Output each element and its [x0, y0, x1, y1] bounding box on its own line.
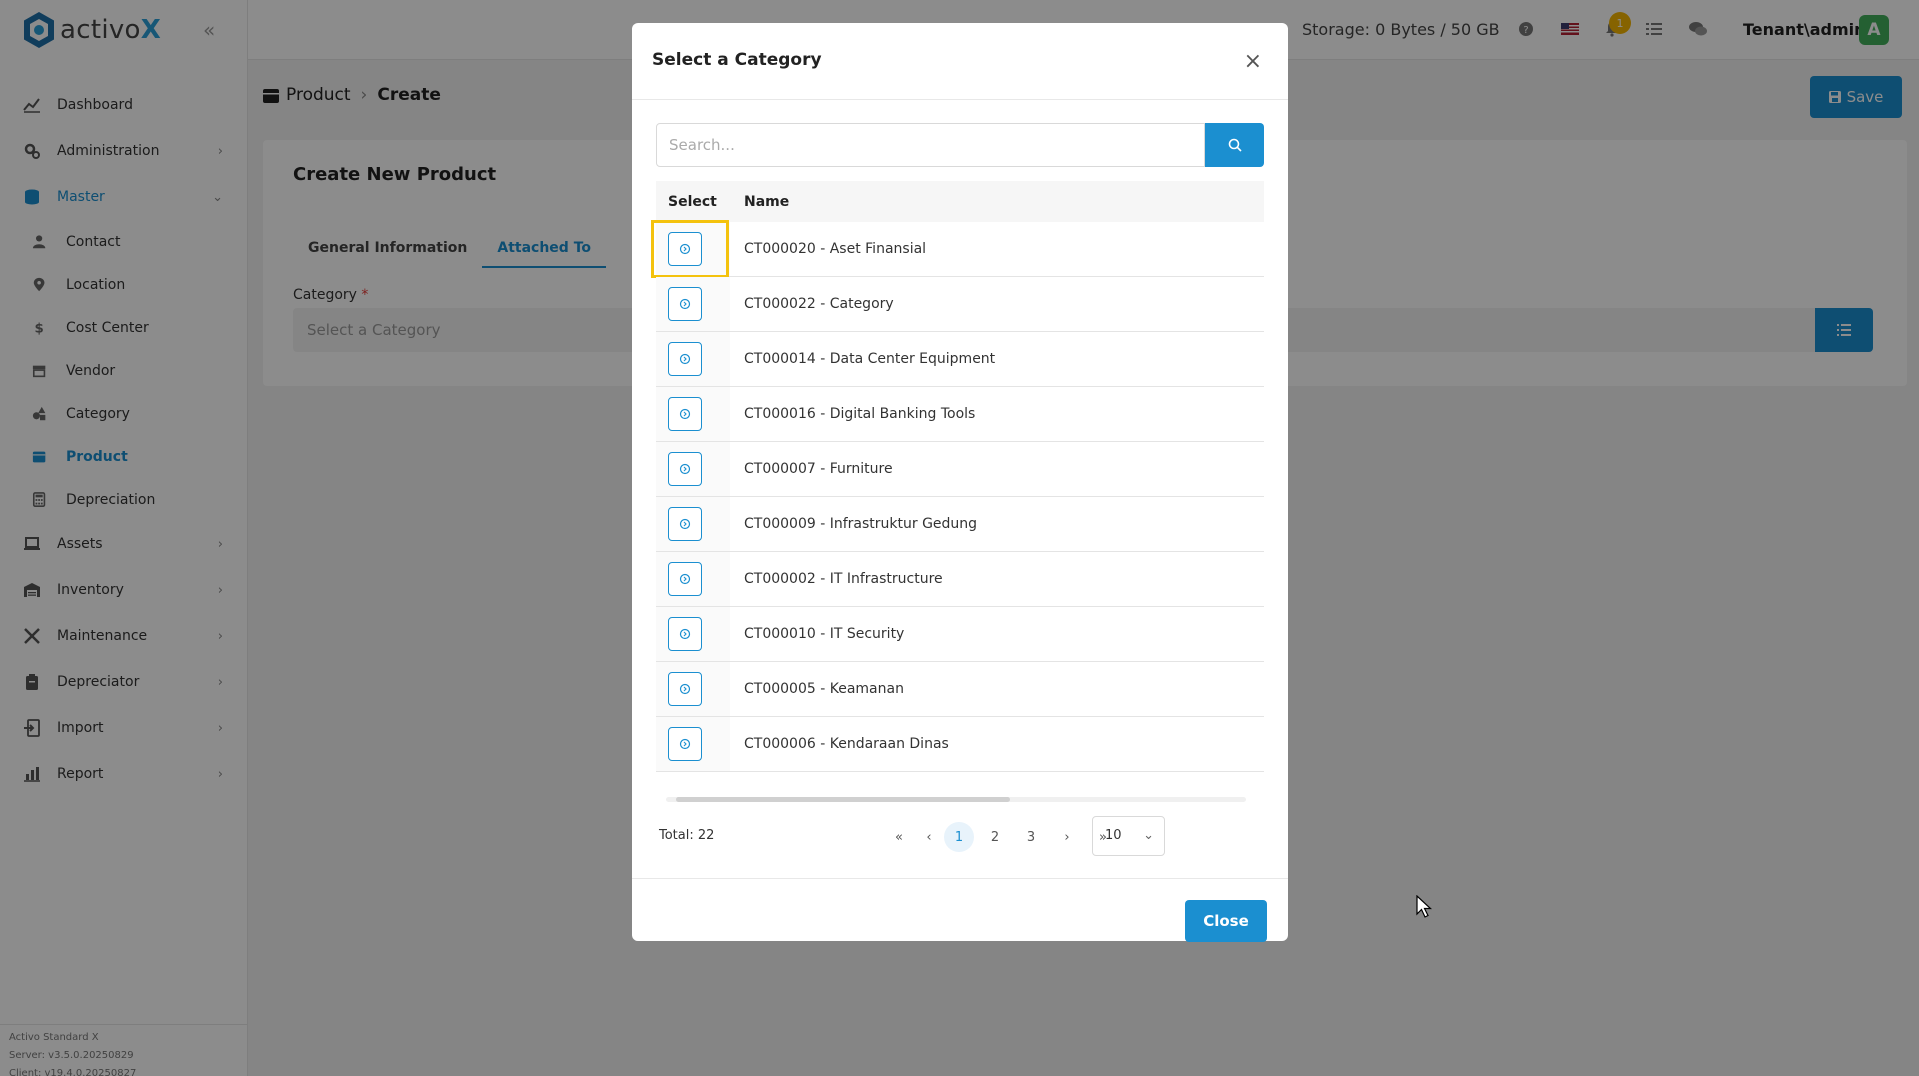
grid-header: Select Name [656, 181, 1264, 222]
select-circle-icon [679, 298, 691, 310]
column-name[interactable]: Name [730, 194, 789, 210]
select-row-button[interactable] [668, 507, 702, 541]
select-row-button[interactable] [668, 727, 702, 761]
page-1[interactable]: 1 [944, 822, 974, 852]
select-row-button[interactable] [668, 397, 702, 431]
select-cell [656, 497, 730, 551]
grid-body: CT000020 - Aset Finansial CT000022 - Cate… [651, 220, 1264, 772]
category-name: CT000010 - IT Security [744, 626, 905, 642]
select-row-button[interactable] [668, 232, 702, 266]
prev-page-icon[interactable]: ‹ [914, 822, 944, 852]
category-name: CT000007 - Furniture [744, 461, 893, 477]
search-row [656, 123, 1264, 167]
select-cell [656, 222, 730, 276]
table-row[interactable]: CT000014 - Data Center Equipment [656, 332, 1264, 387]
scrollbar-thumb[interactable] [676, 797, 1010, 802]
select-cell [656, 332, 730, 386]
select-row-button[interactable] [668, 672, 702, 706]
close-button[interactable]: Close [1185, 900, 1267, 942]
table-row[interactable]: CT000002 - IT Infrastructure [656, 552, 1264, 607]
category-name: CT000002 - IT Infrastructure [744, 571, 943, 587]
select-circle-icon [679, 518, 691, 530]
category-name: CT000014 - Data Center Equipment [744, 351, 996, 367]
select-cell [656, 442, 730, 496]
select-row-button[interactable] [668, 562, 702, 596]
table-row[interactable]: CT000009 - Infrastruktur Gedung [656, 497, 1264, 552]
select-cell [656, 387, 730, 441]
table-row[interactable]: CT000007 - Furniture [656, 442, 1264, 497]
category-name: CT000005 - Keamanan [744, 681, 904, 697]
total-count: Total: 22 [659, 828, 715, 843]
select-circle-icon [679, 628, 691, 640]
horizontal-scrollbar[interactable] [656, 795, 1264, 803]
select-cell [656, 717, 730, 771]
page-3[interactable]: 3 [1016, 822, 1046, 852]
select-circle-icon [679, 353, 691, 365]
select-category-modal: Select a Category × Select Name CT000020… [632, 23, 1288, 941]
category-name: CT000020 - Aset Finansial [744, 241, 927, 257]
table-row[interactable]: CT000020 - Aset Finansial [651, 220, 1264, 278]
select-circle-icon [679, 463, 691, 475]
table-row[interactable]: CT000005 - Keamanan [656, 662, 1264, 717]
select-cell [656, 277, 730, 331]
search-icon [1228, 138, 1242, 152]
select-cell [656, 552, 730, 606]
table-row[interactable]: CT000006 - Kendaraan Dinas [656, 717, 1264, 772]
last-page-icon[interactable]: » [1088, 822, 1118, 852]
select-row-button[interactable] [668, 452, 702, 486]
select-row-button[interactable] [668, 617, 702, 651]
table-row[interactable]: CT000022 - Category [656, 277, 1264, 332]
next-page-icon[interactable]: › [1052, 822, 1082, 852]
select-circle-icon [679, 738, 691, 750]
select-circle-icon [679, 243, 691, 255]
first-page-icon[interactable]: « [884, 822, 914, 852]
select-row-button[interactable] [668, 342, 702, 376]
select-row-button[interactable] [668, 287, 702, 321]
category-name: CT000006 - Kendaraan Dinas [744, 736, 949, 752]
page-2[interactable]: 2 [980, 822, 1010, 852]
category-grid: Select Name CT000020 - Aset Finansial CT0… [651, 181, 1264, 772]
select-circle-icon [679, 683, 691, 695]
category-name: CT000022 - Category [744, 296, 894, 312]
select-cell [656, 662, 730, 716]
search-input[interactable] [656, 123, 1205, 167]
category-name: CT000009 - Infrastruktur Gedung [744, 516, 978, 532]
mouse-cursor-icon [1416, 895, 1432, 918]
table-row[interactable]: CT000010 - IT Security [656, 607, 1264, 662]
category-name: CT000016 - Digital Banking Tools [744, 406, 976, 422]
select-circle-icon [679, 408, 691, 420]
close-icon[interactable]: × [1244, 49, 1262, 74]
chevron-down-icon: ⌄ [1143, 828, 1154, 843]
search-button[interactable] [1205, 123, 1264, 167]
pagination: Total: 22 « ‹ 1 2 3 › 10 ⌄ [656, 814, 1264, 858]
select-cell [656, 607, 730, 661]
modal-header: Select a Category × [632, 23, 1288, 100]
table-row[interactable]: CT000016 - Digital Banking Tools [656, 387, 1264, 442]
column-select: Select [668, 193, 717, 210]
modal-title: Select a Category [652, 50, 822, 70]
select-circle-icon [679, 573, 691, 585]
